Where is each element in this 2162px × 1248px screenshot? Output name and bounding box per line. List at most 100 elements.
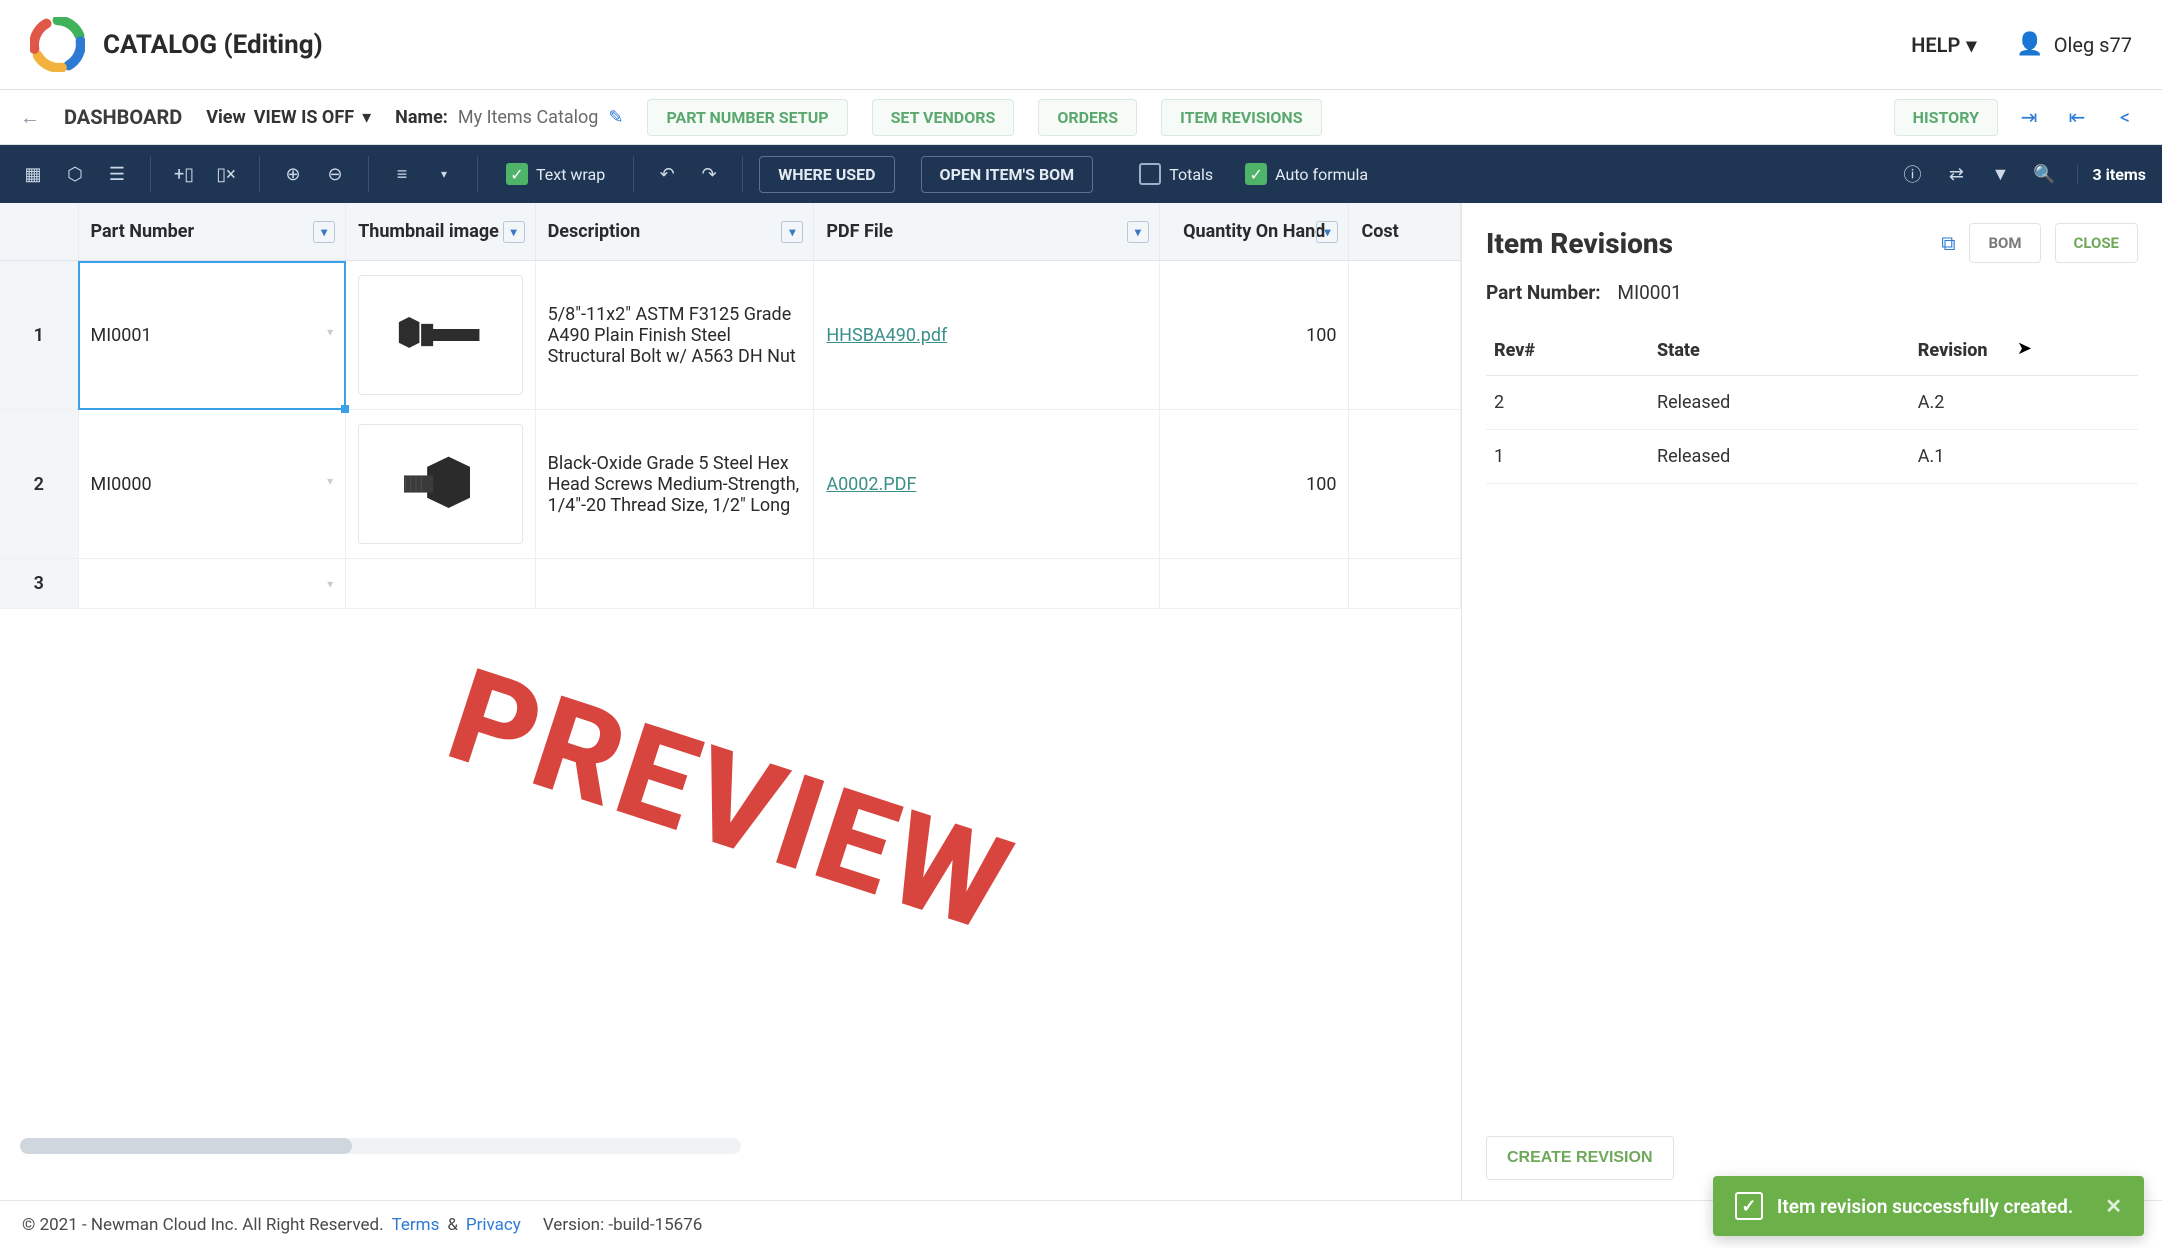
help-menu[interactable]: HELP ▾ [1911,33,1976,57]
main: Part Number▾ Thumbnail image▾ Descriptio… [0,203,2162,1200]
cell-part-number[interactable]: MI0001▾ [78,261,346,410]
checkbox-on-icon: ✓ [506,163,528,185]
col-pdf[interactable]: PDF File▾ [814,203,1160,261]
rev-name: A.2 [1910,376,2138,430]
cell-qty[interactable] [1159,559,1349,609]
filter-icon[interactable]: ▼ [1983,157,2017,191]
share-icon[interactable]: < [2108,100,2142,134]
col-revision[interactable]: Revision [1910,326,2138,376]
dashboard-link[interactable]: DASHBOARD [64,105,182,129]
open-external-icon[interactable]: ⧉ [1941,231,1955,255]
pencil-icon[interactable]: ✎ [608,107,623,128]
close-icon[interactable]: ✕ [2105,1194,2122,1218]
cell-cost[interactable] [1349,410,1461,559]
info-icon[interactable]: ⓘ [1895,157,1929,191]
cell-description[interactable]: 5/8"-11x2" ASTM F3125 Grade A490 Plain F… [535,261,814,410]
swap-icon[interactable]: ⇄ [1939,157,1973,191]
cell-pdf[interactable]: A0002.PDF [814,410,1160,559]
filter-icon[interactable]: ▾ [1127,221,1149,243]
export-icon[interactable]: ⇤ [2060,100,2094,134]
totals-toggle[interactable]: ✓ Totals [1127,145,1225,203]
chevron-down-icon[interactable]: ▾ [327,474,333,488]
checkbox-on-icon: ✓ [1245,163,1267,185]
create-revision-button[interactable]: CREATE REVISION [1486,1136,1674,1180]
align-icon[interactable]: ≡ [385,157,419,191]
revision-row[interactable]: 2 Released A.2 [1486,376,2138,430]
view-dropdown[interactable]: View VIEW IS OFF ▾ [206,107,371,128]
revision-row[interactable]: 1 Released A.1 [1486,430,2138,484]
remove-column-icon[interactable]: ▯× [209,157,243,191]
view-value: VIEW IS OFF [254,107,354,128]
filter-icon[interactable]: ▾ [313,221,335,243]
row-index: 1 [0,261,78,410]
row-index: 2 [0,410,78,559]
cell-pdf[interactable] [814,559,1160,609]
cell-thumbnail[interactable] [346,410,536,559]
filter-icon[interactable]: ▾ [781,221,803,243]
back-icon[interactable]: ← [20,105,40,130]
table-row[interactable]: 2 MI0000▾ Black-Oxide Grade 5 Stee [0,410,1461,559]
filter-icon[interactable]: ▾ [503,221,525,243]
redo-icon[interactable]: ↷ [692,157,726,191]
undo-icon[interactable]: ↶ [650,157,684,191]
pdf-link[interactable]: HHSBA490.pdf [826,325,947,346]
table-row[interactable]: 3 ▾ [0,559,1461,609]
import-icon[interactable]: ⇥ [2012,100,2046,134]
col-qty[interactable]: Quantity On Hand▾ [1159,203,1349,261]
topbar: CATALOG (Editing) HELP ▾ 👤 Oleg s77 [0,0,2162,90]
move-down-icon[interactable]: ⊖ [318,157,352,191]
add-column-icon[interactable]: +▯ [167,157,201,191]
grid-icon[interactable]: ▦ [16,157,50,191]
rev-number: 2 [1486,376,1649,430]
item-count: 3 items [2077,165,2146,184]
chevron-down-icon[interactable]: ▾ [327,325,333,339]
history-button[interactable]: HISTORY [1894,99,1998,136]
col-part-number[interactable]: Part Number▾ [78,203,346,261]
cell-cost[interactable] [1349,559,1461,609]
text-wrap-toggle[interactable]: ✓ Text wrap [494,145,617,203]
search-icon[interactable]: 🔍 [2027,157,2061,191]
cell-description[interactable] [535,559,814,609]
chevron-down-icon[interactable]: ▾ [427,157,461,191]
horizontal-scrollbar[interactable] [20,1138,741,1154]
col-description[interactable]: Description▾ [535,203,814,261]
cell-part-number[interactable]: ▾ [78,559,346,609]
col-state[interactable]: State [1649,326,1910,376]
cell-thumbnail[interactable] [346,559,536,609]
cell-cost[interactable] [1349,261,1461,410]
where-used-button[interactable]: WHERE USED [759,156,894,193]
pdf-link[interactable]: A0002.PDF [826,474,916,495]
set-vendors-button[interactable]: SET VENDORS [872,99,1015,136]
user-menu[interactable]: 👤 Oleg s77 [2016,32,2132,57]
open-item-bom-button[interactable]: OPEN ITEM'S BOM [921,156,1094,193]
auto-formula-toggle[interactable]: ✓ Auto formula [1233,145,1380,203]
chevron-down-icon[interactable]: ▾ [327,577,333,591]
bom-button[interactable]: BOM [1969,223,2040,263]
col-thumbnail[interactable]: Thumbnail image▾ [346,203,536,261]
cell-qty[interactable]: 100 [1159,261,1349,410]
orders-button[interactable]: ORDERS [1038,99,1137,136]
cell-qty[interactable]: 100 [1159,410,1349,559]
thumbnail-image [358,424,523,544]
cell-pdf[interactable]: HHSBA490.pdf [814,261,1160,410]
part-number-setup-button[interactable]: PART NUMBER SETUP [647,99,847,136]
panel-part-number: Part Number: MI0001 [1486,281,2138,304]
item-revisions-button[interactable]: ITEM REVISIONS [1161,99,1321,136]
cell-description[interactable]: Black-Oxide Grade 5 Steel Hex Head Screw… [535,410,814,559]
layout-icon[interactable]: ☰ [100,157,134,191]
table-row[interactable]: 1 MI0001▾ 5/8"-11x2" ASTM F3125 Grade A4… [0,261,1461,410]
scrollbar-thumb[interactable] [20,1138,352,1154]
privacy-link[interactable]: Privacy [466,1215,521,1235]
filter-icon[interactable]: ▾ [1316,221,1338,243]
success-toast: ✓ Item revision successfully created. ✕ [1713,1176,2144,1236]
catalog-table: Part Number▾ Thumbnail image▾ Descriptio… [0,203,1461,609]
close-button[interactable]: CLOSE [2055,223,2138,263]
terms-link[interactable]: Terms [392,1215,440,1235]
tree-icon[interactable]: ⬡ [58,157,92,191]
name-label: Name: [395,107,448,128]
col-cost[interactable]: Cost [1349,203,1461,261]
move-up-icon[interactable]: ⊕ [276,157,310,191]
col-rev-number[interactable]: Rev# [1486,326,1649,376]
cell-part-number[interactable]: MI0000▾ [78,410,346,559]
cell-thumbnail[interactable] [346,261,536,410]
